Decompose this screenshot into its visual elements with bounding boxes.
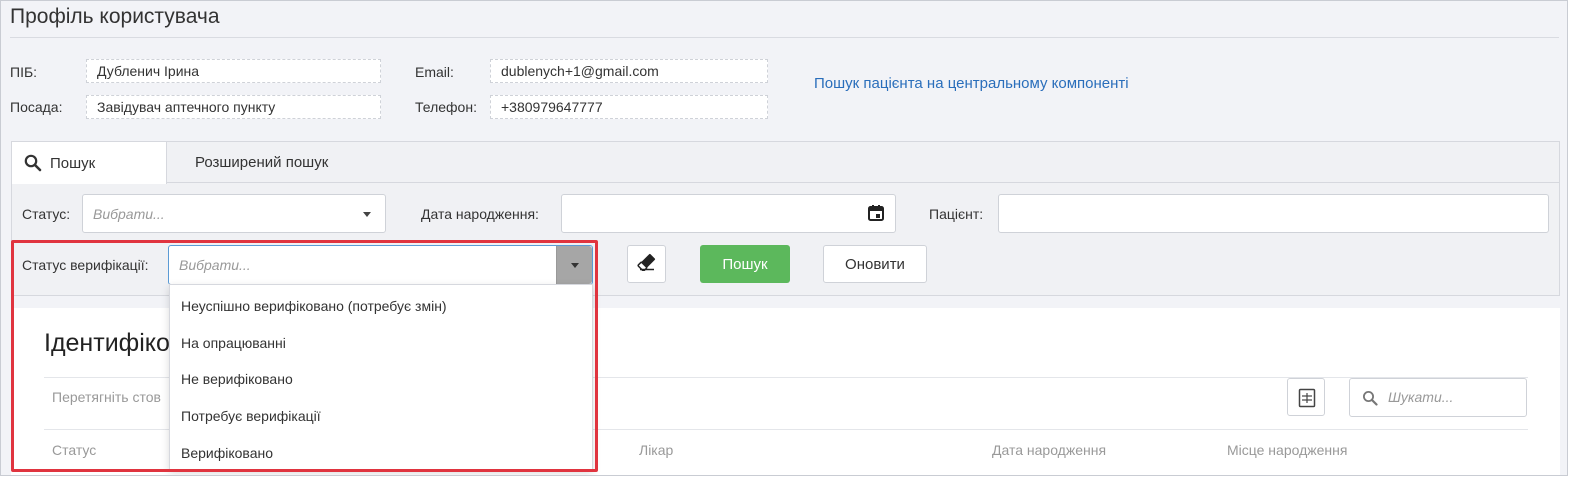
xlsx-icon [1298,388,1316,411]
clear-filters-button[interactable] [627,245,666,283]
dropdown-option[interactable]: Не верифіковано [181,371,293,387]
grid-search-input[interactable]: Шукати... [1349,378,1527,417]
app-window: Профіль користувача ПІБ: Дубленич Ірина … [0,0,1568,476]
tabs-divider [167,182,1559,183]
group-drag-hint: Перетягніть стов [52,389,161,405]
name-label: ПІБ: [10,64,38,80]
dropdown-option[interactable]: Верифіковано [181,445,273,461]
dropdown-option[interactable]: Потребує верифікації [181,408,321,424]
phone-field: +380979647777 [490,95,768,119]
grid-search-placeholder: Шукати... [1388,389,1454,405]
central-search-link[interactable]: Пошук пацієнта на центральному компонент… [814,75,1129,92]
status-label: Статус: [22,206,71,222]
page-title: Профіль користувача [10,5,220,28]
calendar-icon[interactable] [867,204,885,225]
verification-status-placeholder: Вибрати... [179,257,251,273]
email-field: dublenych+1@gmail.com [490,59,768,83]
verification-status-label: Статус верифікації: [22,257,149,273]
verification-status-dropdown: Неуспішно верифіковано (потребує змін) Н… [169,284,593,470]
tab-advanced-search[interactable]: Розширений пошук [195,142,328,183]
name-field: Дубленич Ірина [86,59,381,83]
patient-input[interactable] [998,194,1549,233]
dropdown-option[interactable]: На опрацюванні [181,335,286,351]
refresh-button[interactable]: Оновити [823,245,927,283]
search-button[interactable]: Пошук [700,245,790,283]
column-header-birthplace[interactable]: Місце народження [1227,442,1347,458]
eraser-icon [636,253,657,275]
birthdate-input[interactable] [561,194,896,233]
title-divider [10,37,1559,38]
status-select-placeholder: Вибрати... [93,205,165,222]
column-header-doctor[interactable]: Лікар [639,442,673,458]
status-select[interactable]: Вибрати... [82,194,386,233]
dropdown-toggle-button[interactable] [556,246,592,284]
dropdown-option[interactable]: Неуспішно верифіковано (потребує змін) [181,298,447,314]
patient-label: Пацієнт: [929,206,984,222]
export-xlsx-button[interactable] [1287,378,1325,416]
chevron-down-icon [363,211,371,217]
birthdate-label: Дата народження: [421,206,539,222]
column-header-status[interactable]: Статус [52,442,96,458]
chevron-down-icon [571,263,579,268]
phone-label: Телефон: [415,99,477,115]
search-icon [24,154,42,176]
results-title: Ідентифіко [44,329,170,357]
verification-status-select[interactable]: Вибрати... [168,245,593,285]
search-icon [1362,390,1378,409]
column-header-birthdate[interactable]: Дата народження [992,442,1106,458]
position-field: Завідувач аптечного пункту [86,95,381,119]
email-label: Email: [415,64,454,80]
tab-search-label: Пошук [50,154,96,172]
position-label: Посада: [10,99,63,115]
tab-search[interactable]: Пошук [12,142,167,184]
